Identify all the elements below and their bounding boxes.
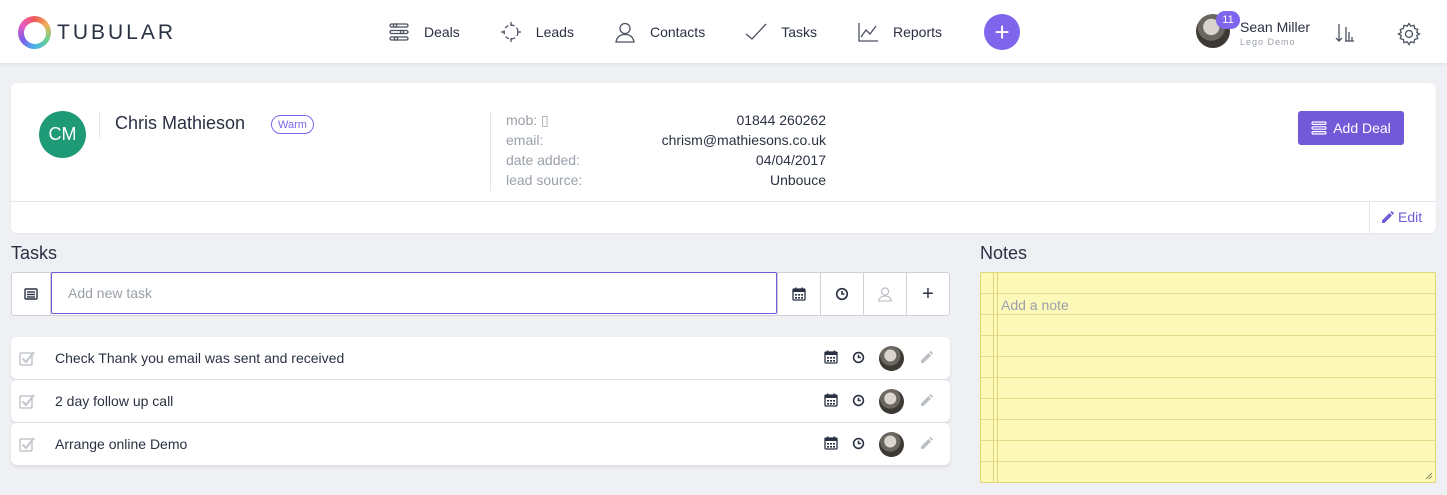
contact-details: mob: ▯ 01844 260262 email: chrism@mathie…	[506, 112, 826, 192]
divider	[99, 111, 100, 139]
divider	[11, 201, 1436, 202]
nav-item-tasks[interactable]: Tasks	[745, 21, 817, 43]
nav-item-reports[interactable]: Reports	[857, 21, 942, 43]
line-chart-icon	[858, 23, 878, 42]
tasks-title: Tasks	[11, 243, 58, 263]
task-date-button[interactable]	[777, 273, 820, 315]
notes-title: Notes	[980, 243, 1028, 263]
contact-name: Chris Mathieson	[115, 113, 246, 133]
logo-ring-icon	[18, 16, 51, 49]
task-text: Check Thank you email was sent and recei…	[55, 350, 345, 366]
avatar[interactable]	[879, 432, 904, 457]
calendar-icon[interactable]	[824, 436, 838, 450]
detail-row-mobile: mob: ▯ 01844 260262	[506, 112, 826, 132]
user-subtitle: Lego Demo	[1240, 37, 1296, 47]
task-time-button[interactable]	[820, 273, 863, 315]
detail-label: mob: ▯	[506, 112, 549, 128]
calendar-icon[interactable]	[824, 393, 838, 407]
detail-row-email: email: chrism@mathiesons.co.uk	[506, 132, 826, 152]
task-row[interactable]: Check Thank you email was sent and recei…	[11, 337, 950, 379]
calendar-icon	[792, 287, 806, 301]
person-icon	[877, 287, 893, 302]
user-name[interactable]: Sean Miller	[1240, 19, 1310, 35]
notification-badge[interactable]: 11	[1216, 11, 1240, 29]
add-task-input[interactable]: Add new task	[51, 272, 777, 314]
brand-logo[interactable]: TUBULAR	[18, 16, 176, 49]
add-task-button[interactable]: +	[906, 273, 949, 315]
nav-label: Reports	[893, 24, 943, 40]
divider	[490, 111, 491, 191]
contact-card: CM Chris Mathieson Warm mob: ▯ 01844 260…	[11, 83, 1436, 233]
task-row[interactable]: Arrange online Demo	[11, 423, 950, 465]
card-icon	[24, 288, 38, 300]
sliders-icon	[1311, 121, 1327, 135]
clock-icon[interactable]	[852, 437, 865, 450]
resize-handle-icon[interactable]	[1425, 472, 1433, 480]
clock-icon[interactable]	[852, 394, 865, 407]
pencil-icon[interactable]	[920, 393, 934, 407]
task-text: 2 day follow up call	[55, 393, 174, 409]
edit-label: Edit	[1398, 209, 1423, 225]
checkbox-icon[interactable]	[19, 393, 35, 409]
top-navigation-bar: TUBULAR Deals Leads Contacts Tasks Repor…	[0, 0, 1447, 64]
nav-label: Tasks	[781, 24, 817, 40]
checkbox-icon[interactable]	[19, 436, 35, 452]
detail-value: Unbouce	[769, 172, 826, 188]
nav-item-deals[interactable]: Deals	[388, 21, 460, 43]
avatar[interactable]	[879, 346, 904, 371]
notes-placeholder: Add a note	[1001, 297, 1069, 313]
detail-label: email:	[506, 132, 544, 148]
status-badge[interactable]: Warm	[271, 115, 314, 134]
notes-textarea[interactable]: Add a note	[980, 272, 1436, 483]
detail-value: 04/04/2017	[755, 152, 826, 168]
task-text: Arrange online Demo	[55, 436, 188, 452]
task-type-button[interactable]	[12, 273, 51, 315]
contact-avatar: CM	[39, 111, 86, 158]
brand-name: TUBULAR	[57, 20, 177, 44]
detail-value: 01844 260262	[736, 112, 826, 128]
add-deal-label: Add Deal	[1333, 120, 1391, 136]
main-nav: Deals Leads Contacts Tasks Reports +	[388, 0, 1021, 64]
crosshair-icon	[500, 22, 521, 42]
pencil-icon	[1382, 210, 1395, 223]
detail-label: date added:	[506, 152, 580, 168]
sliders-icon	[389, 23, 409, 41]
detail-row-lead-source: lead source: Unbouce	[506, 172, 826, 192]
person-icon	[615, 22, 635, 43]
nav-label: Contacts	[649, 24, 706, 40]
task-row[interactable]: 2 day follow up call	[11, 380, 950, 422]
nav-item-contacts[interactable]: Contacts	[614, 21, 705, 43]
nav-item-leads[interactable]: Leads	[500, 21, 574, 43]
clock-icon[interactable]	[852, 351, 865, 364]
divider	[1369, 201, 1370, 233]
gear-icon[interactable]	[1397, 22, 1421, 46]
avatar[interactable]	[879, 389, 904, 414]
add-deal-button[interactable]: Add Deal	[1298, 111, 1404, 145]
pencil-icon[interactable]	[920, 436, 934, 450]
calendar-icon[interactable]	[824, 350, 838, 364]
detail-row-date-added: date added: 04/04/2017	[506, 152, 826, 172]
task-assignee-button[interactable]	[863, 273, 906, 315]
check-icon	[745, 23, 767, 40]
quick-add-button[interactable]: +	[984, 14, 1021, 50]
detail-value[interactable]: chrism@mathiesons.co.uk	[662, 132, 826, 152]
add-task-bar: Add new task +	[11, 272, 950, 316]
edit-button[interactable]: Edit	[1381, 209, 1422, 225]
clock-icon	[835, 287, 849, 301]
nav-label: Deals	[424, 24, 460, 40]
sort-icon[interactable]	[1334, 22, 1356, 44]
nav-label: Leads	[535, 24, 574, 40]
checkbox-icon[interactable]	[19, 350, 35, 366]
detail-label: lead source:	[506, 172, 583, 188]
notepad-margin	[993, 273, 998, 482]
pencil-icon[interactable]	[920, 350, 934, 364]
